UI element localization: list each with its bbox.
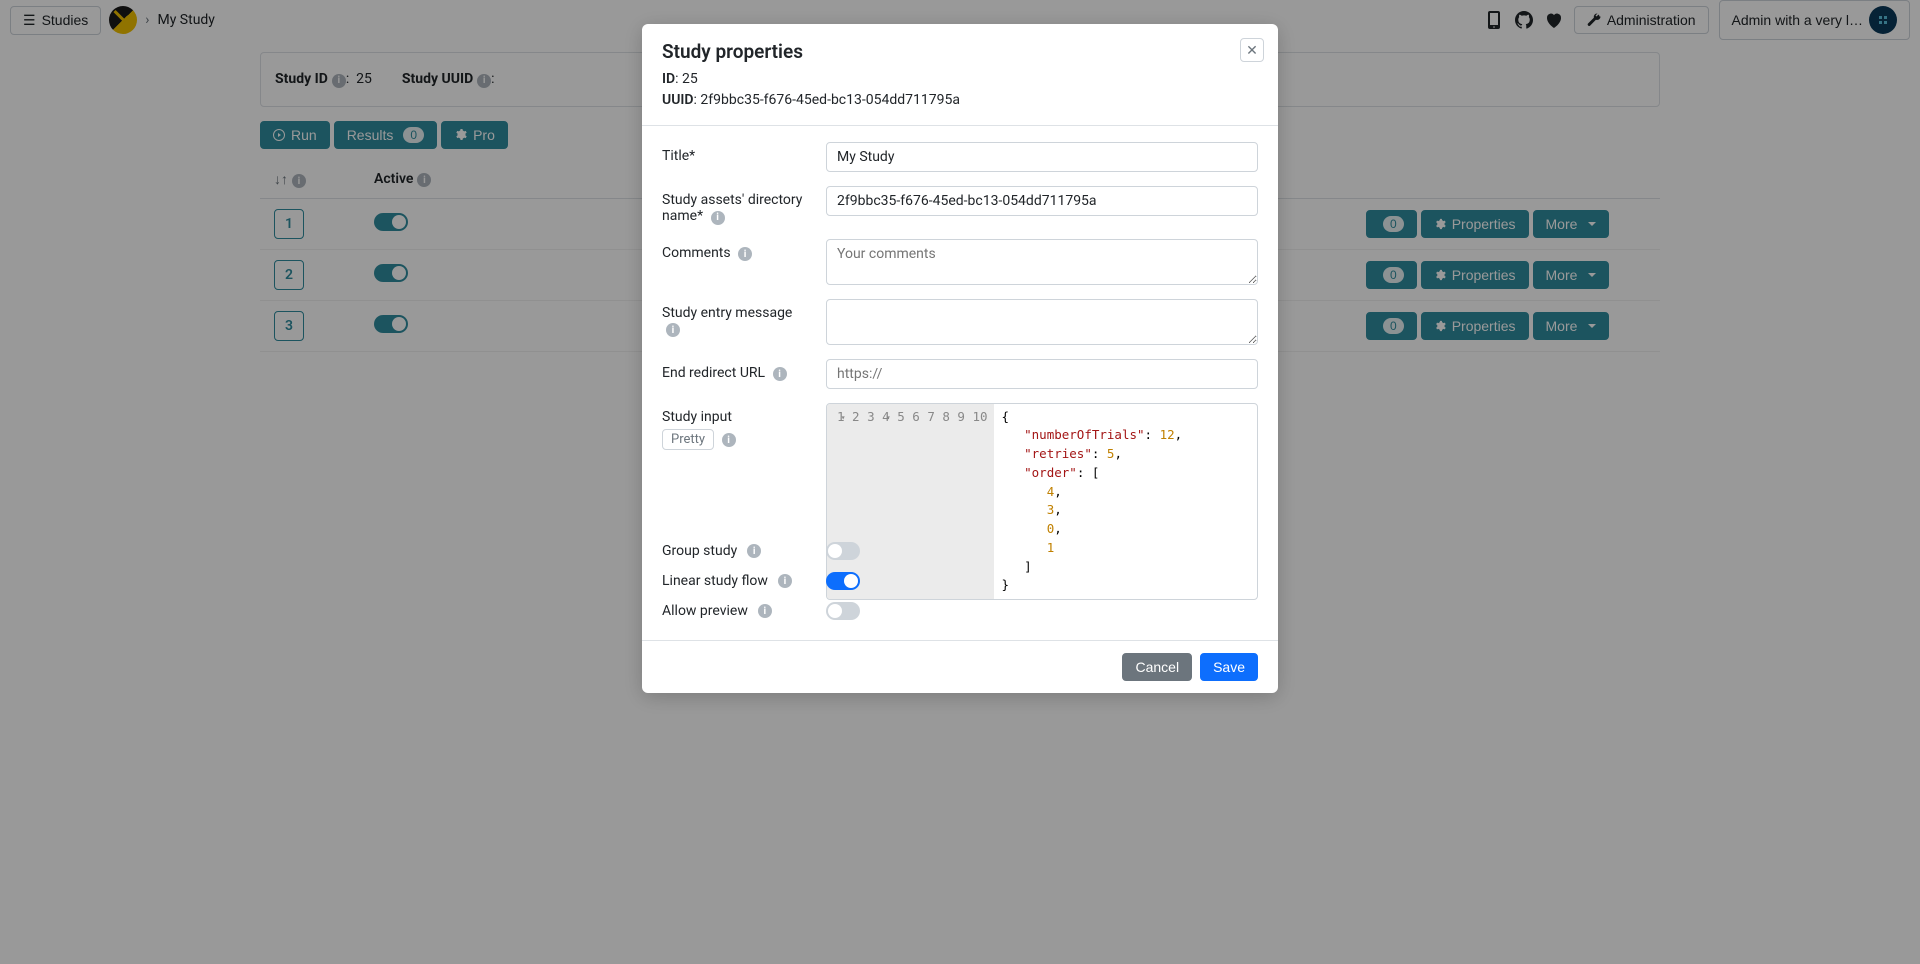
study-input-editor[interactable]: 1 2 3 4 5 6 7 8 9 10 { "numberOfTrials":…: [826, 403, 1258, 601]
comments-input[interactable]: [826, 239, 1258, 285]
info-icon[interactable]: i: [747, 544, 761, 558]
modal-uuid-value: 2f9bbc35-f676-45ed-bc13-054dd711795a: [700, 92, 960, 108]
info-icon[interactable]: i: [738, 247, 752, 261]
study-properties-modal: Study properties ID: 25 UUID: 2f9bbc35-f…: [642, 24, 1278, 693]
redirect-label: End redirect URL i: [662, 359, 810, 382]
modal-title: Study properties: [662, 40, 1258, 63]
group-toggle[interactable]: [826, 542, 860, 560]
info-icon[interactable]: i: [722, 433, 736, 447]
info-icon[interactable]: i: [666, 323, 680, 337]
modal-overlay[interactable]: Study properties ID: 25 UUID: 2f9bbc35-f…: [0, 0, 1920, 964]
linear-label: Linear study flow: [662, 573, 768, 589]
cancel-button[interactable]: Cancel: [1122, 653, 1192, 681]
code-content[interactable]: { "numberOfTrials": 12, "retries": 5, "o…: [994, 404, 1191, 600]
modal-id-value: 25: [682, 71, 698, 87]
preview-toggle[interactable]: [826, 602, 860, 620]
close-icon: ✕: [1246, 42, 1258, 59]
dir-input[interactable]: [826, 186, 1258, 216]
info-icon[interactable]: i: [778, 574, 792, 588]
redirect-input[interactable]: [826, 359, 1258, 389]
modal-body: Title Study assets' directory name i Com…: [642, 126, 1278, 640]
comments-label: Comments i: [662, 239, 810, 262]
group-label: Group study: [662, 543, 737, 559]
modal-footer: Cancel Save: [642, 640, 1278, 693]
entry-label: Study entry message i: [662, 299, 810, 338]
entry-input[interactable]: [826, 299, 1258, 345]
save-button[interactable]: Save: [1200, 653, 1258, 681]
study-input-label: Study input Pretty i: [662, 403, 810, 450]
modal-id-label: ID: [662, 71, 675, 87]
modal-uuid-label: UUID: [662, 92, 694, 108]
linear-toggle[interactable]: [826, 572, 860, 590]
close-button[interactable]: ✕: [1240, 38, 1264, 62]
info-icon[interactable]: i: [711, 211, 725, 225]
info-icon[interactable]: i: [773, 367, 787, 381]
preview-label: Allow preview: [662, 603, 748, 619]
code-gutter: 1 2 3 4 5 6 7 8 9 10: [827, 404, 994, 600]
pretty-button[interactable]: Pretty: [662, 429, 714, 450]
title-label: Title: [662, 142, 810, 164]
info-icon[interactable]: i: [758, 604, 772, 618]
dir-label: Study assets' directory name i: [662, 186, 810, 225]
title-input[interactable]: [826, 142, 1258, 172]
modal-header: Study properties ID: 25 UUID: 2f9bbc35-f…: [642, 24, 1278, 126]
